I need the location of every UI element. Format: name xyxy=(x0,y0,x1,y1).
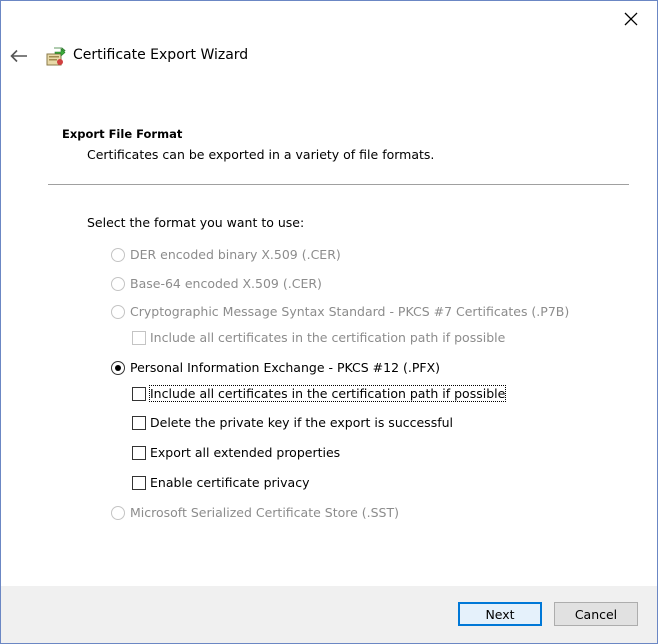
radio-button xyxy=(111,304,125,319)
radio-base64-format[interactable]: Base-64 encoded X.509 (.CER) xyxy=(111,276,322,291)
wizard-title: Certificate Export Wizard xyxy=(73,47,249,63)
format-prompt: Select the format you want to use: xyxy=(87,215,305,230)
radio-button xyxy=(111,276,125,291)
radio-label: DER encoded binary X.509 (.CER) xyxy=(130,247,341,262)
close-icon xyxy=(624,12,638,26)
checkbox-p7b-include-path[interactable]: Include all certificates in the certific… xyxy=(132,330,505,345)
radio-button xyxy=(111,247,125,262)
wizard-header: Certificate Export Wizard xyxy=(1,39,657,79)
section-title: Export File Format xyxy=(62,127,183,141)
radio-label: Base-64 encoded X.509 (.CER) xyxy=(130,276,322,291)
checkbox-delete-private-key[interactable]: Delete the private key if the export is … xyxy=(132,415,453,430)
radio-label: Microsoft Serialized Certificate Store (… xyxy=(130,505,400,520)
back-arrow-icon xyxy=(10,49,27,63)
checkbox xyxy=(132,415,146,430)
checkbox xyxy=(132,330,146,345)
radio-button xyxy=(111,360,125,375)
checkbox-enable-certificate-privacy[interactable]: Enable certificate privacy xyxy=(132,475,309,490)
radio-p7b-format[interactable]: Cryptographic Message Syntax Standard - … xyxy=(111,304,569,319)
checkbox xyxy=(132,475,146,490)
checkbox-label: Export all extended properties xyxy=(150,445,341,460)
checkbox-export-extended-properties[interactable]: Export all extended properties xyxy=(132,445,340,460)
radio-button xyxy=(111,505,125,520)
header-divider xyxy=(48,184,629,185)
checkbox xyxy=(132,445,146,460)
checkbox-pfx-include-path[interactable]: Include all certificates in the certific… xyxy=(132,385,507,402)
radio-label: Personal Information Exchange - PKCS #12… xyxy=(130,360,441,375)
checkbox-label: Include all certificates in the certific… xyxy=(150,330,506,345)
radio-pfx-format[interactable]: Personal Information Exchange - PKCS #12… xyxy=(111,360,440,375)
checkbox-label: Delete the private key if the export is … xyxy=(150,415,454,430)
certificate-export-dialog: Certificate Export Wizard Export File Fo… xyxy=(0,0,658,644)
checkbox-label: Include all certificates in the certific… xyxy=(148,385,507,402)
section-subtitle: Certificates can be exported in a variet… xyxy=(87,147,435,162)
dialog-footer: Next Cancel xyxy=(1,586,657,643)
radio-der-format[interactable]: DER encoded binary X.509 (.CER) xyxy=(111,247,341,262)
close-button[interactable] xyxy=(617,7,645,31)
checkbox-label: Enable certificate privacy xyxy=(150,475,310,490)
radio-label: Cryptographic Message Syntax Standard - … xyxy=(130,304,570,319)
certificate-wizard-icon xyxy=(45,46,67,68)
back-button[interactable] xyxy=(9,45,29,67)
next-button[interactable]: Next xyxy=(458,602,542,626)
checkbox xyxy=(132,386,146,401)
radio-sst-format[interactable]: Microsoft Serialized Certificate Store (… xyxy=(111,505,399,520)
cancel-button[interactable]: Cancel xyxy=(554,602,638,626)
radio-selected-dot xyxy=(115,364,121,371)
